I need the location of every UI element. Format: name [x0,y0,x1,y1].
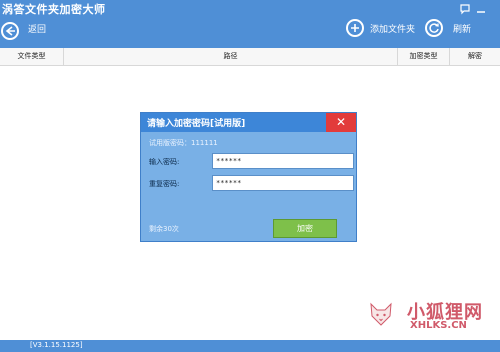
chat-icon[interactable] [458,3,472,17]
add-folder-button[interactable]: 添加文件夹 [370,22,415,35]
col-file-type[interactable]: 文件类型 [0,48,64,65]
version-text: [V3.1.15.1125] [30,341,83,349]
refresh-icon[interactable] [425,19,443,37]
confirm-password-label: 重复密码: [149,180,180,188]
password-label: 输入密码: [149,158,180,166]
back-button[interactable]: 返回 [28,22,46,35]
encrypt-button[interactable]: 加密 [273,219,337,238]
minimize-icon[interactable] [474,3,488,17]
dialog-header: 请输入加密密码[试用版] ✕ [141,113,356,132]
col-path[interactable]: 路径 [64,48,398,65]
back-icon[interactable] [1,22,19,40]
fox-logo-icon [367,300,395,328]
title-bar: 涡答文件夹加密大师 返回 添加文件夹 刷新 [0,0,500,48]
watermark-url: XHLKS.CN [410,320,467,331]
add-folder-icon[interactable] [346,19,364,37]
refresh-button[interactable]: 刷新 [453,22,471,35]
trial-password-text: 试用版密码：111111 [149,139,218,147]
close-button[interactable]: ✕ [326,113,356,132]
col-encrypt-type[interactable]: 加密类型 [398,48,450,65]
remaining-uses-text: 剩余30次 [149,225,179,233]
password-field[interactable]: ****** [212,153,354,169]
status-bar: [V3.1.15.1125] [0,340,500,352]
dialog-title: 请输入加密密码[试用版] [147,119,246,129]
password-dialog: 请输入加密密码[试用版] ✕ 试用版密码：111111 输入密码: ******… [140,112,357,242]
col-decrypt[interactable]: 解密 [450,48,500,65]
confirm-password-field[interactable]: ****** [212,175,354,191]
table-header: 文件类型 路径 加密类型 解密 [0,48,500,66]
app-title: 涡答文件夹加密大师 [2,3,106,16]
